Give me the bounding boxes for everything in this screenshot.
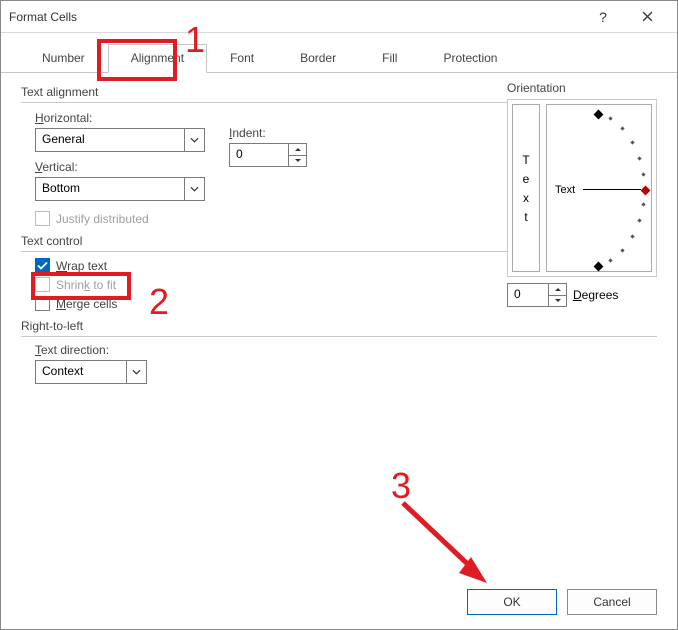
degrees-value: 0 — [508, 284, 548, 306]
indent-spinner[interactable]: 0 — [229, 143, 307, 167]
text-direction-select[interactable]: Context — [35, 360, 147, 384]
group-line — [21, 336, 657, 337]
titlebar: Format Cells ? — [1, 1, 677, 33]
spinner-down-icon[interactable] — [289, 156, 306, 167]
spinner-up-icon[interactable] — [289, 144, 306, 156]
check-icon — [37, 261, 48, 270]
tab-strip: Number Alignment Font Border Fill Protec… — [1, 33, 677, 73]
spinner-buttons — [288, 144, 306, 166]
wrap-text-checkbox[interactable] — [35, 258, 50, 273]
chevron-down-icon — [126, 361, 146, 383]
group-rtl: Right-to-left Text direction: Context — [21, 319, 657, 390]
tab-font[interactable]: Font — [207, 44, 277, 73]
merge-cells-checkbox[interactable] — [35, 296, 50, 311]
spinner-up-icon[interactable] — [549, 284, 566, 296]
help-button[interactable]: ? — [581, 2, 625, 32]
orientation-box: Text Text — [507, 99, 657, 277]
degrees-spinner[interactable]: 0 — [507, 283, 567, 307]
orientation-dial[interactable]: Text — [546, 104, 652, 272]
tab-alignment[interactable]: Alignment — [108, 44, 207, 73]
chevron-down-icon — [184, 178, 204, 200]
tab-fill[interactable]: Fill — [359, 44, 420, 73]
vertical-value: Bottom — [36, 178, 184, 200]
tab-border[interactable]: Border — [277, 44, 359, 73]
justify-distributed-label: Justify distributed — [56, 212, 149, 226]
horizontal-select[interactable]: General — [35, 128, 205, 152]
group-label-rtl: Right-to-left — [21, 319, 657, 333]
vertical-select[interactable]: Bottom — [35, 177, 205, 201]
vertical-label: Vertical: — [35, 160, 205, 174]
indent-label: Indent: — [229, 126, 307, 140]
horizontal-label: Horizontal: — [35, 111, 205, 125]
tab-content: Text alignment Horizontal: General Verti… — [1, 73, 677, 571]
degrees-label: Degrees — [573, 288, 618, 302]
dialog-buttons: OK Cancel — [467, 589, 657, 615]
orientation-vertical-text[interactable]: Text — [512, 104, 540, 272]
orientation-dial-text: Text — [555, 184, 575, 196]
close-button[interactable] — [625, 2, 669, 32]
text-direction-value: Context — [36, 361, 126, 383]
close-icon — [642, 11, 653, 22]
tab-protection[interactable]: Protection — [420, 44, 520, 73]
text-direction-label: Text direction: — [35, 343, 657, 357]
spinner-down-icon[interactable] — [549, 296, 566, 307]
indent-value: 0 — [230, 144, 288, 166]
group-label-orientation: Orientation — [507, 81, 657, 95]
tab-number[interactable]: Number — [19, 44, 108, 73]
justify-distributed-checkbox — [35, 211, 50, 226]
dialog-title: Format Cells — [9, 10, 581, 24]
spinner-buttons — [548, 284, 566, 306]
shrink-to-fit-checkbox — [35, 277, 50, 292]
cancel-button[interactable]: Cancel — [567, 589, 657, 615]
ok-button[interactable]: OK — [467, 589, 557, 615]
shrink-to-fit-label: Shrink to fit — [56, 278, 116, 292]
horizontal-value: General — [36, 129, 184, 151]
chevron-down-icon — [184, 129, 204, 151]
group-orientation: Orientation Text — [507, 81, 657, 307]
merge-cells-label: Merge cells — [56, 297, 117, 311]
orientation-dial-line — [583, 189, 641, 190]
wrap-text-label: Wrap text — [56, 259, 107, 273]
format-cells-dialog: Format Cells ? Number Alignment Font Bor… — [0, 0, 678, 630]
